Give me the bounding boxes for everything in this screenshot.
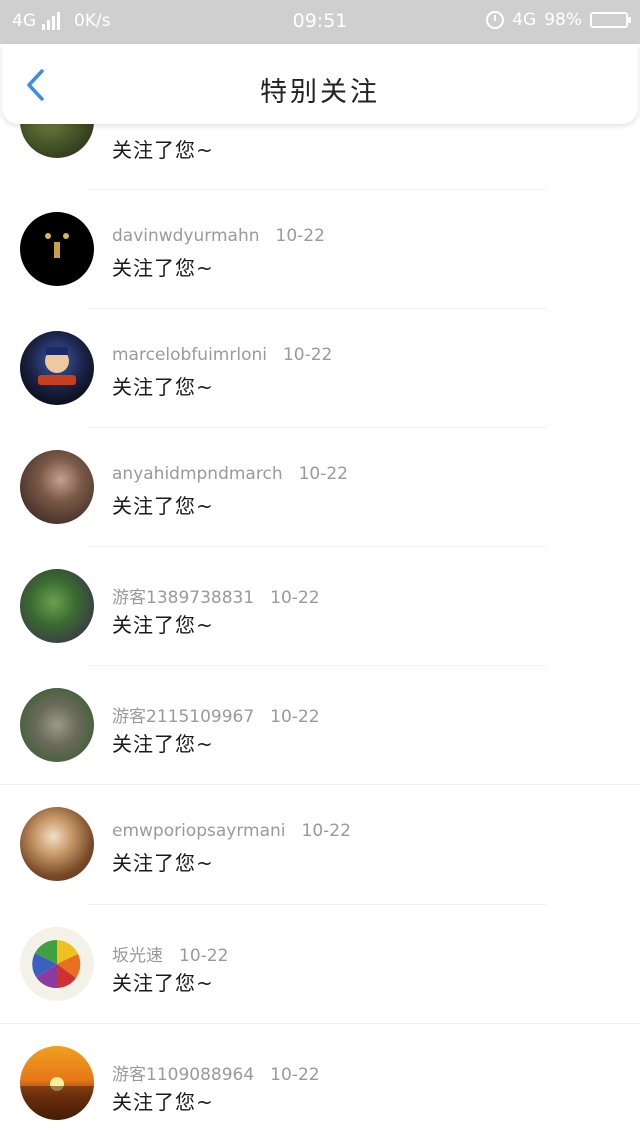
date-label: 10-22 xyxy=(270,588,320,608)
message-text: 关注了您~ xyxy=(112,732,214,756)
page-title: 特别关注 xyxy=(260,77,380,108)
message-text: 关注了您~ xyxy=(112,851,214,875)
meta-line: 游客2115109967 10-22 xyxy=(112,702,320,727)
date-label: 10-22 xyxy=(282,345,333,365)
message-text: 关注了您~ xyxy=(112,494,214,518)
list-item[interactable]: 游客1109088964 10-22 关注了您~ xyxy=(0,1024,640,1138)
avatar[interactable] xyxy=(20,450,94,524)
avatar[interactable] xyxy=(20,927,94,1001)
avatar[interactable] xyxy=(20,569,94,643)
meta-line: marcelobfuimrloni 10-22 xyxy=(112,345,332,365)
network-label-right: 4G xyxy=(512,10,537,30)
message-text: 关注了您~ xyxy=(112,256,214,280)
list-item[interactable]: davinwdyurmahn 10-22 关注了您~ xyxy=(0,190,640,309)
date-label: 10-22 xyxy=(301,821,351,841)
message-text: 关注了您~ xyxy=(112,613,214,637)
meta-line: anyahidmpndmarch 10-22 xyxy=(112,464,348,484)
date-label: 10-22 xyxy=(179,946,229,966)
face-icon xyxy=(45,233,69,258)
list-item[interactable]: anyahidmpndmarch 10-22 关注了您~ xyxy=(0,428,640,547)
meta-line: 游客1389738831 10-22 xyxy=(112,583,320,608)
cartoon-icon xyxy=(38,347,76,385)
avatar[interactable] xyxy=(20,212,94,286)
date-label: 10-22 xyxy=(270,707,320,727)
meta-line: 游客1109088964 10-22 xyxy=(112,1060,320,1085)
meta-line: emwporiopsayrmani 10-22 xyxy=(112,821,351,841)
battery-icon xyxy=(590,12,631,28)
list-item[interactable]: emwporiopsayrmani 10-22 关注了您~ xyxy=(0,785,640,905)
avatar[interactable] xyxy=(20,807,94,881)
username[interactable]: emwporiopsayrmani xyxy=(112,821,286,841)
avatar[interactable] xyxy=(20,1046,94,1120)
date-label: 10-22 xyxy=(270,1065,320,1085)
fruit-slice-icon xyxy=(31,938,83,990)
username[interactable]: 游客1109088964 xyxy=(112,1065,254,1085)
list-item[interactable]: marcelobfuimrloni 10-22 关注了您~ xyxy=(0,309,640,428)
list-item[interactable]: 坂光速 10-22 关注了您~ xyxy=(0,905,640,1024)
navigation-bar: 特别关注 xyxy=(2,44,638,124)
username[interactable]: 游客2115109967 xyxy=(112,707,254,727)
list-item[interactable]: 游客2115109967 10-22 关注了您~ xyxy=(0,666,640,785)
message-text: 关注了您~ xyxy=(112,971,214,995)
date-label: 10-22 xyxy=(298,464,348,484)
username[interactable]: 游客1389738831 xyxy=(112,588,254,608)
sunset-icon xyxy=(20,1077,94,1120)
status-right: 4G 98% xyxy=(486,10,631,30)
username[interactable]: marcelobfuimrloni xyxy=(112,345,267,365)
username[interactable]: anyahidmpndmarch xyxy=(112,464,283,484)
username[interactable]: davinwdyurmahn xyxy=(112,226,260,246)
date-label: 10-22 xyxy=(275,226,325,246)
battery-percent: 98% xyxy=(544,10,582,30)
message-text: 关注了您~ xyxy=(112,1090,214,1114)
avatar[interactable] xyxy=(20,331,94,405)
message-text: 关注了您~ xyxy=(112,375,214,399)
list-item[interactable]: 游客1389738831 10-22 关注了您~ xyxy=(0,547,640,666)
alarm-icon xyxy=(486,11,505,29)
username[interactable]: 坂光速 xyxy=(112,946,163,966)
meta-line: 坂光速 10-22 xyxy=(112,941,228,966)
avatar[interactable] xyxy=(20,688,94,762)
message-text: 关注了您~ xyxy=(112,138,214,162)
status-bar: 4G 0K/s 09:51 4G 98% xyxy=(0,0,640,44)
meta-line: davinwdyurmahn 10-22 xyxy=(112,226,325,246)
